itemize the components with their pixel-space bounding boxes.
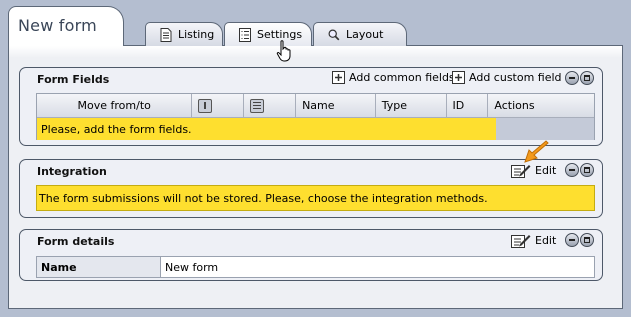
form-details-edit-label: Edit <box>535 234 557 247</box>
form-fields-panel: Form Fields Add common fields Add custom… <box>19 67 603 146</box>
detail-value: New form <box>165 260 219 274</box>
form-details-title: Form details <box>37 235 115 248</box>
column-type[interactable]: Type <box>375 94 447 118</box>
list-column-icon <box>250 98 265 113</box>
add-custom-field-label: Add custom field <box>469 71 562 84</box>
form-details-panel: Form details Edit Name New form <box>19 229 603 281</box>
magnifier-icon <box>328 29 340 40</box>
edit-icon <box>511 235 531 248</box>
integration-edit-button[interactable]: Edit <box>511 163 556 178</box>
add-common-fields-button[interactable]: Add common fields <box>332 71 455 84</box>
document-icon <box>160 27 172 42</box>
collapse-icon[interactable] <box>565 163 579 177</box>
column-required[interactable] <box>192 94 245 118</box>
empty-fields-message: Please, add the form fields. <box>37 118 496 140</box>
add-field-icon <box>452 71 465 84</box>
maximize-icon[interactable] <box>580 163 594 177</box>
tab-layout[interactable]: Layout <box>313 22 407 46</box>
form-title-tab: New form <box>8 6 124 46</box>
list-icon <box>239 27 251 42</box>
add-custom-field-button[interactable]: Add custom field <box>452 71 562 84</box>
form-details-edit-button[interactable]: Edit <box>511 233 556 248</box>
required-icon <box>198 98 213 113</box>
table-header: Move from/to Name Type ID Actions <box>37 94 594 118</box>
form-fields-table: Move from/to Name Type ID Actions Please… <box>36 93 595 140</box>
column-actions: Actions <box>488 94 594 118</box>
hand-cursor-icon <box>276 40 291 62</box>
empty-actions-cell <box>496 118 594 140</box>
detail-row-name: Name New form <box>36 256 595 278</box>
table-row: Please, add the form fields. <box>37 118 594 140</box>
integration-title: Integration <box>37 165 107 178</box>
tab-layout-label: Layout <box>346 28 384 41</box>
tab-settings[interactable]: Settings <box>224 22 312 46</box>
integration-edit-label: Edit <box>535 164 557 177</box>
edit-icon <box>511 165 531 178</box>
collapse-icon[interactable] <box>565 233 579 247</box>
integration-notice: The form submissions will not be stored.… <box>36 185 595 211</box>
pointer-arrow-icon <box>524 140 549 163</box>
detail-label: Name <box>37 257 161 277</box>
form-title: New form <box>18 16 97 35</box>
integration-panel: Integration Edit The form submissions wi… <box>19 159 603 218</box>
maximize-icon[interactable] <box>580 233 594 247</box>
form-fields-title: Form Fields <box>37 73 110 86</box>
column-move[interactable]: Move from/to <box>37 94 193 118</box>
tab-listing-label: Listing <box>178 28 215 41</box>
column-id[interactable]: ID <box>446 94 489 118</box>
column-name[interactable]: Name <box>296 94 376 118</box>
add-fields-icon <box>332 71 345 84</box>
collapse-icon[interactable] <box>565 71 579 85</box>
add-common-fields-label: Add common fields <box>349 71 455 84</box>
column-visibility[interactable] <box>244 94 297 118</box>
maximize-icon[interactable] <box>580 71 594 85</box>
tab-listing[interactable]: Listing <box>145 22 223 46</box>
